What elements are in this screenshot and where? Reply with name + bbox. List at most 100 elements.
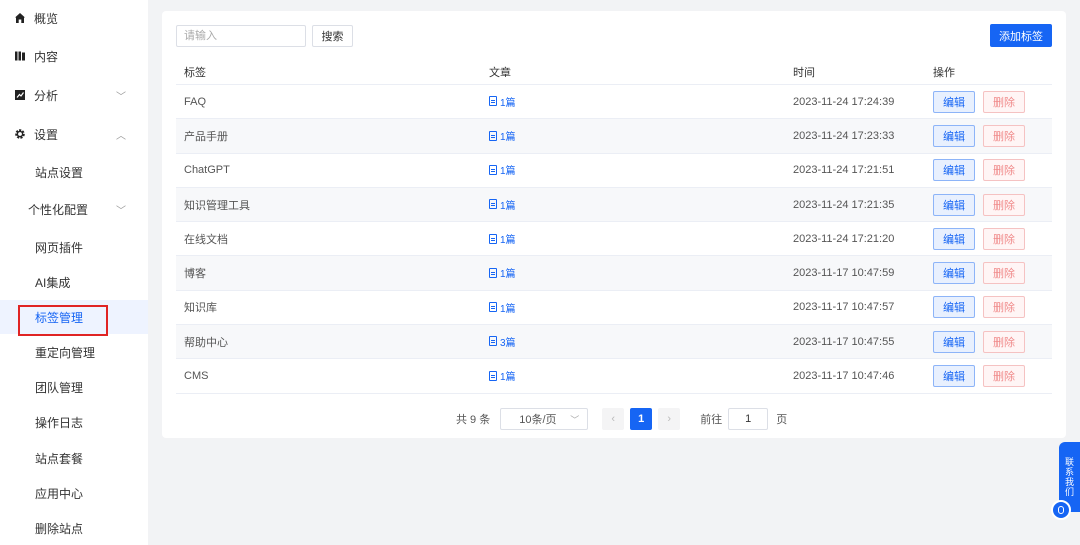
sidebar-item-redirect-management[interactable]: 重定向管理 [0, 335, 148, 369]
search-input[interactable] [176, 25, 306, 47]
sidebar-item-delete-site[interactable]: 删除站点 [0, 511, 148, 545]
article-count-link[interactable]: 1篇 [489, 128, 516, 143]
sidebar-item-personalization[interactable]: 个性化配置 ﹀ [0, 192, 148, 226]
sidebar-item-site-plan[interactable]: 站点套餐 [0, 441, 148, 475]
sidebar-item-team-management[interactable]: 团队管理 [0, 370, 148, 404]
article-count-link[interactable]: 1篇 [489, 94, 516, 109]
search-button[interactable]: 搜索 [312, 25, 353, 47]
time-cell: 2023-11-24 17:21:35 [793, 198, 895, 211]
delete-button[interactable]: 删除 [983, 124, 1025, 147]
tag-table: 标签 文章 时间 操作 FAQ 1篇 2023-11-24 17:24:39 编辑 删除… [176, 59, 1052, 394]
next-page-button[interactable]: › [658, 408, 681, 430]
article-count-link[interactable]: 1篇 [489, 162, 516, 177]
edit-button[interactable]: 编辑 [933, 365, 975, 388]
table-row: CMS 1篇 2023-11-17 10:47:46 编辑 删除 [176, 359, 1052, 394]
delete-button[interactable]: 删除 [983, 159, 1025, 182]
article-count-link[interactable]: 1篇 [489, 265, 516, 280]
delete-button[interactable]: 删除 [983, 296, 1025, 319]
chat-bubble-icon[interactable] [1051, 500, 1071, 520]
delete-button[interactable]: 删除 [983, 193, 1025, 216]
sidebar-item-tag-management[interactable]: 标签管理 [0, 300, 148, 334]
sidebar-item-label: 设置 [34, 127, 59, 142]
document-icon [489, 233, 497, 244]
chevron-down-icon: ﹀ [116, 205, 126, 217]
article-count-link[interactable]: 1篇 [489, 368, 516, 383]
page-size-value: 10条/页 [519, 414, 557, 426]
article-count-link[interactable]: 1篇 [489, 300, 516, 315]
table-row: 产品手册 1篇 2023-11-24 17:23:33 编辑 删除 [176, 119, 1052, 154]
column-header-ops: 操作 [933, 66, 955, 79]
tag-name-cell: 知识管理工具 [184, 199, 250, 212]
delete-button[interactable]: 删除 [983, 90, 1025, 113]
table-row: FAQ 1篇 2023-11-24 17:24:39 编辑 删除 [176, 85, 1052, 120]
page-suffix: 页 [776, 414, 788, 426]
table-body: FAQ 1篇 2023-11-24 17:24:39 编辑 删除 产品手册 1篇 2023-1… [176, 85, 1052, 394]
document-icon [489, 130, 497, 141]
time-cell: 2023-11-24 17:21:20 [793, 232, 895, 245]
article-count-link[interactable]: 3篇 [489, 334, 516, 349]
home-icon [14, 12, 26, 24]
sidebar-item-web-plugin[interactable]: 网页插件 [0, 230, 148, 264]
document-icon [489, 96, 497, 107]
ops-cell: 编辑 删除 [926, 330, 1052, 353]
document-icon [489, 199, 497, 210]
document-icon [489, 370, 497, 381]
sidebar-item-content[interactable]: 内容 [0, 39, 148, 73]
sidebar-item-overview[interactable]: 概览 [0, 1, 148, 35]
sidebar-item-label: 网页插件 [35, 240, 84, 255]
page-number-current[interactable]: 1 [630, 408, 653, 430]
article-count-link[interactable]: 1篇 [489, 231, 516, 246]
sidebar-item-settings[interactable]: 设置 ︿ [0, 117, 148, 151]
time-cell: 2023-11-17 10:47:57 [793, 301, 895, 314]
table-header: 标签 文章 时间 操作 [176, 59, 1052, 85]
edit-button[interactable]: 编辑 [933, 330, 975, 353]
sidebar-item-label: 删除站点 [35, 521, 84, 536]
tag-management-panel: 搜索 添加标签 标签 文章 时间 操作 FAQ 1篇 2023-11-24 17:2… [162, 11, 1066, 438]
delete-button[interactable]: 删除 [983, 262, 1025, 285]
time-cell: 2023-11-24 17:23:33 [793, 129, 895, 142]
edit-button[interactable]: 编辑 [933, 159, 975, 182]
goto-page-input[interactable] [728, 408, 769, 430]
article-count-cell: 1篇 [481, 94, 786, 110]
document-icon [489, 267, 497, 278]
chevron-up-icon: ︿ [116, 130, 126, 142]
time-cell: 2023-11-17 10:47:55 [793, 335, 895, 348]
delete-button[interactable]: 删除 [983, 330, 1025, 353]
article-count-cell: 1篇 [481, 265, 786, 281]
edit-button[interactable]: 编辑 [933, 193, 975, 216]
article-count-link[interactable]: 1篇 [489, 197, 516, 212]
page-size-select[interactable]: 10条/页 ﹀ [500, 408, 589, 430]
sidebar-item-ai-integration[interactable]: AI集成 [0, 265, 148, 299]
book-icon [14, 50, 26, 62]
time-cell: 2023-11-24 17:21:51 [793, 164, 895, 177]
edit-button[interactable]: 编辑 [933, 124, 975, 147]
prev-page-button[interactable]: ‹ [602, 408, 625, 430]
edit-button[interactable]: 编辑 [933, 227, 975, 250]
time-cell: 2023-11-17 10:47:59 [793, 267, 895, 280]
document-icon [489, 336, 497, 347]
article-count-cell: 1篇 [481, 128, 786, 144]
table-row: 博客 1篇 2023-11-17 10:47:59 编辑 删除 [176, 256, 1052, 291]
sidebar-item-label: 概览 [34, 11, 59, 26]
tag-name-cell: FAQ [184, 95, 207, 108]
add-tag-button[interactable]: 添加标签 [990, 24, 1052, 47]
article-count-text: 1篇 [500, 235, 516, 247]
delete-button[interactable]: 删除 [983, 365, 1025, 388]
column-header-time: 时间 [793, 66, 815, 79]
sidebar-item-analytics[interactable]: 分析 ﹀ [0, 78, 148, 112]
edit-button[interactable]: 编辑 [933, 90, 975, 113]
ops-cell: 编辑 删除 [926, 193, 1052, 216]
ops-cell: 编辑 删除 [926, 124, 1052, 147]
pagination-total: 共 9 条 [456, 414, 491, 426]
edit-button[interactable]: 编辑 [933, 262, 975, 285]
article-count-text: 1篇 [500, 132, 516, 144]
delete-button[interactable]: 删除 [983, 227, 1025, 250]
edit-button[interactable]: 编辑 [933, 296, 975, 319]
pagination: 共 9 条 10条/页 ﹀ ‹ 1 › 前往 页 [456, 408, 787, 430]
tag-name-cell: 产品手册 [184, 130, 228, 143]
sidebar-item-operation-log[interactable]: 操作日志 [0, 405, 148, 439]
sidebar-item-label: 分析 [34, 88, 59, 103]
sidebar-item-site-settings[interactable]: 站点设置 [0, 155, 148, 189]
sidebar-item-app-center[interactable]: 应用中心 [0, 476, 148, 510]
sidebar-item-label: 内容 [34, 49, 59, 64]
